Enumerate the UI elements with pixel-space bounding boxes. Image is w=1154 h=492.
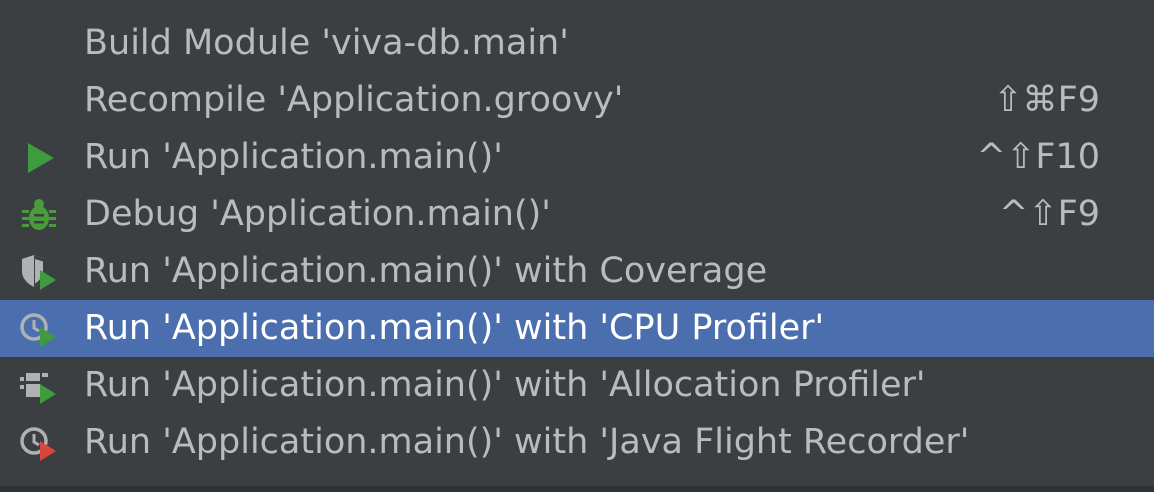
- flight-recorder-icon: [18, 424, 60, 462]
- cpu-profiler-icon: [18, 310, 60, 348]
- menu-item-label: Debug 'Application.main()': [84, 194, 551, 234]
- menu-item-run-with-coverage[interactable]: Run 'Application.main()' with Coverage: [0, 243, 1154, 300]
- menu-item-build-module[interactable]: Build Module 'viva-db.main': [0, 15, 1154, 72]
- menu-item-run-with-allocation-profiler[interactable]: Run 'Application.main()' with 'Allocatio…: [0, 357, 1154, 414]
- menu-item-label: Recompile 'Application.groovy': [84, 80, 624, 120]
- menu-item-run[interactable]: Run 'Application.main()' ^⇧F10: [0, 129, 1154, 186]
- menu-item-label: Run 'Application.main()': [84, 137, 503, 177]
- menu-item-debug[interactable]: Debug 'Application.main()' ^⇧F9: [0, 186, 1154, 243]
- run-icon: [18, 139, 60, 177]
- menu-item-shortcut: ^⇧F10: [976, 137, 1100, 177]
- menu-item-shortcut: ^⇧F9: [998, 194, 1100, 234]
- menu-item-label: Run 'Application.main()' with 'Allocatio…: [84, 365, 926, 405]
- menu-item-label: Build Module 'viva-db.main': [84, 23, 569, 63]
- menu-item-run-with-cpu-profiler[interactable]: Run 'Application.main()' with 'CPU Profi…: [0, 300, 1154, 357]
- menu-item-recompile[interactable]: Recompile 'Application.groovy' ⇧⌘F9: [0, 72, 1154, 129]
- run-context-menu: Build Module 'viva-db.main' Recompile 'A…: [0, 0, 1154, 492]
- menu-item-label: Run 'Application.main()' with Coverage: [84, 251, 768, 291]
- menu-item-shortcut: ⇧⌘F9: [993, 80, 1100, 120]
- coverage-icon: [18, 253, 60, 291]
- menu-item-run-with-flight-recorder[interactable]: Run 'Application.main()' with 'Java Flig…: [0, 414, 1154, 471]
- menu-item-label: Run 'Application.main()' with 'Java Flig…: [84, 422, 970, 462]
- allocation-profiler-icon: [18, 367, 60, 405]
- debug-icon: [18, 196, 60, 234]
- menu-bottom-border: [0, 486, 1154, 492]
- menu-item-label: Run 'Application.main()' with 'CPU Profi…: [84, 308, 825, 348]
